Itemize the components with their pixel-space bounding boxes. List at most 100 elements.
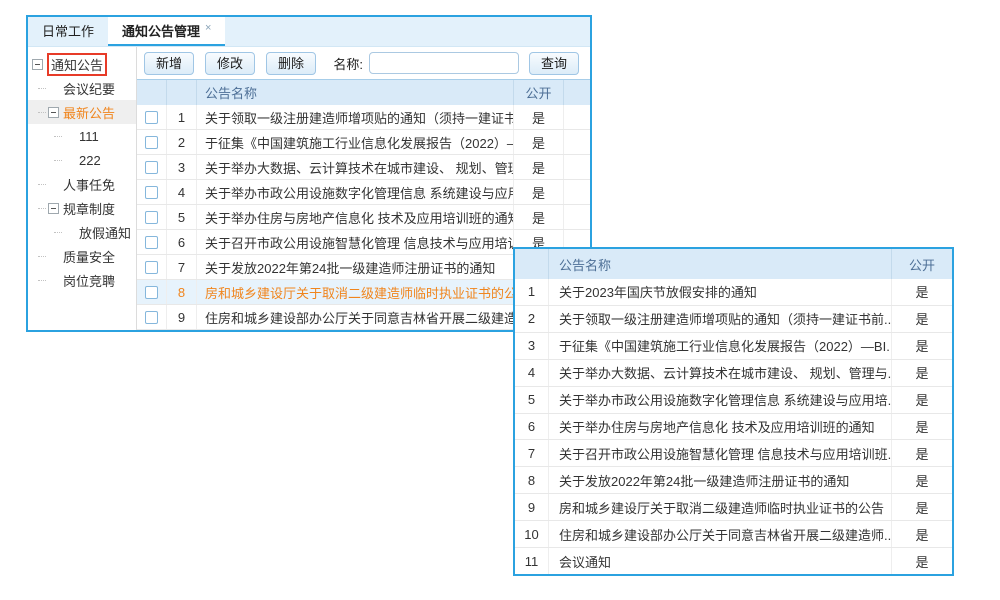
- row-checkbox[interactable]: [145, 311, 158, 324]
- table-row[interactable]: 2 关于领取一级注册建造师增项贴的通知（须持一建证书前... 是: [515, 306, 952, 333]
- table-row[interactable]: 3 于征集《中国建筑施工行业信息化发展报告（2022）—BI... 是: [515, 333, 952, 360]
- table-row[interactable]: 1 关于2023年国庆节放假安排的通知 是: [515, 279, 952, 306]
- announcement-title[interactable]: 关于举办住房与房地产信息化 技术及应用培训班的通知: [549, 414, 892, 440]
- table-row[interactable]: 8 关于发放2022年第24批一级建造师注册证书的通知 是: [515, 467, 952, 494]
- tree-item[interactable]: 222: [28, 148, 136, 172]
- row-checkbox[interactable]: [145, 261, 158, 274]
- name-filter-label: 名称:: [333, 54, 363, 73]
- announcement-title[interactable]: 住房和城乡建设部办公厅关于同意吉林省开展二级建造师...: [549, 521, 892, 547]
- announcement-title[interactable]: 于征集《中国建筑施工行业信息化发展报告（2022）—BI...: [549, 333, 892, 359]
- edit-button[interactable]: 修改: [205, 52, 255, 75]
- checkbox-cell: [137, 180, 167, 204]
- row-checkbox[interactable]: [145, 286, 158, 299]
- delete-button[interactable]: 删除: [266, 52, 316, 75]
- public-flag: 是: [892, 414, 952, 440]
- public-flag: 是: [514, 180, 564, 204]
- announcement-title[interactable]: 关于领取一级注册建造师增项贴的通知（须持一建证书前...: [549, 306, 892, 332]
- tree-item[interactable]: 放假通知: [28, 220, 136, 244]
- table-row[interactable]: 7 关于召开市政公用设施智慧化管理 信息技术与应用培训班... 是: [515, 440, 952, 467]
- overlay-table-body: 1 关于2023年国庆节放假安排的通知 是 2 关于领取一级注册建造师增项贴的通…: [515, 279, 952, 574]
- row-number: 8: [167, 280, 197, 304]
- tree-item-label[interactable]: 111: [79, 129, 99, 144]
- announcement-title[interactable]: 房和城乡建设厅关于取消二级建造师临时执业证书的公告: [197, 280, 514, 304]
- public-flag: 是: [892, 306, 952, 332]
- table-row[interactable]: 4 关于举办市政公用设施数字化管理信息 系统建设与应用培... 是: [137, 180, 590, 205]
- tree-item-label[interactable]: 岗位竞聘: [63, 271, 115, 290]
- name-filter-input[interactable]: [369, 52, 519, 74]
- tree-item-label[interactable]: 人事任免: [63, 175, 115, 194]
- announcement-title[interactable]: 关于举办市政公用设施数字化管理信息 系统建设与应用培...: [549, 387, 892, 413]
- checkbox-cell: [137, 130, 167, 154]
- announcement-title[interactable]: 关于发放2022年第24批一级建造师注册证书的通知: [197, 255, 514, 279]
- tree-item[interactable]: 通知公告: [28, 52, 136, 76]
- public-flag: 是: [514, 155, 564, 179]
- announcement-title[interactable]: 关于领取一级注册建造师增项贴的通知（须持一建证书前...: [197, 105, 514, 129]
- announcement-title[interactable]: 关于召开市政公用设施智慧化管理 信息技术与应用培训班...: [549, 440, 892, 466]
- announcement-title[interactable]: 关于举办大数据、云计算技术在城市建设、 规划、管理与...: [197, 155, 514, 179]
- row-checkbox[interactable]: [145, 111, 158, 124]
- tree-item-label[interactable]: 最新公告: [63, 103, 115, 122]
- tab-label: 通知公告管理: [122, 24, 200, 39]
- tree-item[interactable]: 会议纪要: [28, 76, 136, 100]
- add-button[interactable]: 新增: [144, 52, 194, 75]
- public-flag: 是: [892, 521, 952, 547]
- header-extra-cell: [564, 80, 590, 105]
- table-row[interactable]: 4 关于举办大数据、云计算技术在城市建设、 规划、管理与... 是: [515, 360, 952, 387]
- announcement-title[interactable]: 会议通知: [549, 548, 892, 574]
- public-flag: 是: [892, 387, 952, 413]
- extra-cell: [564, 155, 590, 179]
- tree-item[interactable]: 111: [28, 124, 136, 148]
- collapse-icon[interactable]: [48, 203, 59, 214]
- collapse-icon[interactable]: [48, 107, 59, 118]
- row-checkbox[interactable]: [145, 236, 158, 249]
- table-row[interactable]: 1 关于领取一级注册建造师增项贴的通知（须持一建证书前... 是: [137, 105, 590, 130]
- panel-body: 通知公告 会议纪要 最新公告 111 222 人事任免 规章制度 放假通知 质量…: [28, 47, 590, 330]
- tree-item[interactable]: 最新公告: [28, 100, 136, 124]
- announcement-title[interactable]: 关于举办住房与房地产信息化 技术及应用培训班的通知: [197, 205, 514, 229]
- table-row[interactable]: 5 关于举办市政公用设施数字化管理信息 系统建设与应用培... 是: [515, 387, 952, 414]
- tree-item-label[interactable]: 放假通知: [79, 223, 131, 242]
- tab-daily-work[interactable]: 日常工作: [28, 17, 108, 46]
- header-announcement-name: 公告名称: [549, 249, 892, 279]
- tree-item[interactable]: 规章制度: [28, 196, 136, 220]
- search-button[interactable]: 查询: [529, 52, 579, 75]
- collapse-icon[interactable]: [32, 59, 43, 70]
- row-checkbox[interactable]: [145, 161, 158, 174]
- table-row[interactable]: 10 住房和城乡建设部办公厅关于同意吉林省开展二级建造师... 是: [515, 521, 952, 548]
- row-checkbox[interactable]: [145, 186, 158, 199]
- tree-item-label[interactable]: 会议纪要: [63, 79, 115, 98]
- table-row[interactable]: 5 关于举办住房与房地产信息化 技术及应用培训班的通知 是: [137, 205, 590, 230]
- public-flag: 是: [892, 440, 952, 466]
- checkbox-cell: [137, 105, 167, 129]
- tree-item-label[interactable]: 通知公告: [47, 53, 107, 76]
- row-number: 1: [515, 279, 549, 305]
- table-row[interactable]: 6 关于举办住房与房地产信息化 技术及应用培训班的通知 是: [515, 414, 952, 441]
- table-row[interactable]: 2 于征集《中国建筑施工行业信息化发展报告（2022）—BI... 是: [137, 130, 590, 155]
- public-flag: 是: [514, 130, 564, 154]
- tree-item[interactable]: 质量安全: [28, 244, 136, 268]
- table-row[interactable]: 9 房和城乡建设厅关于取消二级建造师临时执业证书的公告 是: [515, 494, 952, 521]
- announcement-title[interactable]: 关于召开市政公用设施智慧化管理 信息技术与应用培训班...: [197, 230, 514, 254]
- row-checkbox[interactable]: [145, 211, 158, 224]
- tab-notice-management[interactable]: 通知公告管理 ×: [108, 17, 225, 46]
- announcement-title[interactable]: 关于2023年国庆节放假安排的通知: [549, 279, 892, 305]
- tree-item[interactable]: 岗位竞聘: [28, 268, 136, 292]
- announcement-title[interactable]: 于征集《中国建筑施工行业信息化发展报告（2022）—BI...: [197, 130, 514, 154]
- tree-item[interactable]: 人事任免: [28, 172, 136, 196]
- row-checkbox[interactable]: [145, 136, 158, 149]
- close-tab-icon[interactable]: ×: [205, 22, 211, 34]
- extra-cell: [564, 180, 590, 204]
- checkbox-cell: [137, 155, 167, 179]
- table-row[interactable]: 3 关于举办大数据、云计算技术在城市建设、 规划、管理与... 是: [137, 155, 590, 180]
- main-table-header: 公告名称 公开: [137, 79, 590, 105]
- announcement-title[interactable]: 房和城乡建设厅关于取消二级建造师临时执业证书的公告: [549, 494, 892, 520]
- announcement-title[interactable]: 关于举办大数据、云计算技术在城市建设、 规划、管理与...: [549, 360, 892, 386]
- row-number: 5: [515, 387, 549, 413]
- announcement-title[interactable]: 关于发放2022年第24批一级建造师注册证书的通知: [549, 467, 892, 493]
- announcement-title[interactable]: 关于举办市政公用设施数字化管理信息 系统建设与应用培...: [197, 180, 514, 204]
- tree-item-label[interactable]: 规章制度: [63, 199, 115, 218]
- tree-item-label[interactable]: 质量安全: [63, 247, 115, 266]
- announcement-title[interactable]: 住房和城乡建设部办公厅关于同意吉林省开展二级建造师...: [197, 305, 514, 329]
- table-row[interactable]: 11 会议通知 是: [515, 548, 952, 574]
- tree-item-label[interactable]: 222: [79, 153, 101, 168]
